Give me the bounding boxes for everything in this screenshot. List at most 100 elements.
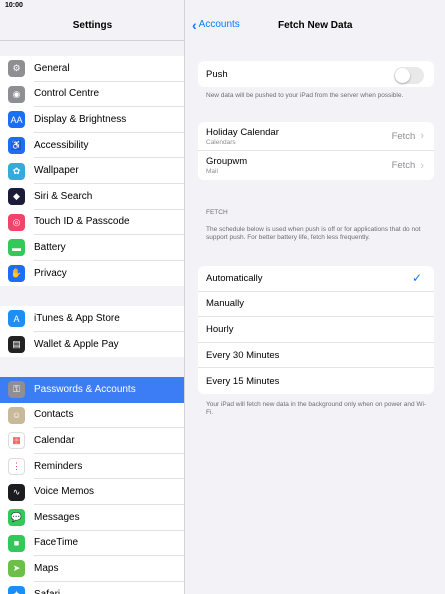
- chevron-right-icon: ›: [420, 130, 424, 142]
- sidebar-item-label: Passwords & Accounts: [34, 384, 136, 396]
- sidebar-item-label: iTunes & App Store: [34, 306, 184, 332]
- fetch-option-label: Automatically: [206, 272, 263, 284]
- page-title: Fetch New Data: [278, 20, 353, 31]
- sidebar-item-reminders[interactable]: ⋮ Reminders: [0, 454, 184, 480]
- sidebar-item-contacts[interactable]: ☺ Contacts: [0, 403, 184, 429]
- voice-memos-icon: ∿: [8, 483, 25, 501]
- sidebar-item-general[interactable]: ⚙ General: [0, 56, 184, 82]
- footer-note: Your iPad will fetch new data in the bac…: [206, 401, 427, 416]
- account-row-holiday-calendar[interactable]: Holiday Calendar Calendars Fetch ›: [198, 122, 434, 151]
- account-name: Holiday Calendar: [206, 126, 279, 138]
- sidebar-item-safari[interactable]: ✦ Safari: [0, 582, 184, 594]
- fetch-option-label: Hourly: [206, 323, 234, 335]
- settings-group-accounts: ⚿ Passwords & Accounts ☺ Contacts ▦ Calendar ⋮…: [0, 377, 184, 594]
- toggle-knob: [395, 68, 410, 83]
- sidebar-item-label: FaceTime: [34, 531, 184, 557]
- divider: [0, 40, 184, 41]
- sidebar-item-label: Calendar: [34, 428, 184, 454]
- push-row: Push: [198, 61, 434, 87]
- status-time: 10:00: [5, 2, 23, 9]
- fetch-option-every-15-minutes[interactable]: Every 15 Minutes: [198, 368, 434, 394]
- sidebar-item-label: Privacy: [34, 268, 67, 280]
- back-label: Accounts: [198, 19, 240, 30]
- calendar-icon: ▦: [8, 432, 25, 450]
- sidebar-item-label: Safari: [34, 582, 184, 594]
- sidebar-item-siri-and-search[interactable]: ◆ Siri & Search: [0, 184, 184, 210]
- push-toggle[interactable]: [394, 67, 424, 84]
- hand-icon: ✋: [8, 265, 25, 283]
- sidebar-item-facetime[interactable]: ■ FaceTime: [0, 531, 184, 557]
- sidebar-item-label: Messages: [34, 505, 184, 531]
- fetch-option-every-30-minutes[interactable]: Every 30 Minutes: [198, 343, 434, 369]
- reminders-icon: ⋮: [8, 458, 25, 476]
- maps-icon: ➤: [8, 560, 25, 578]
- wallet-icon: ▤: [8, 335, 25, 353]
- app-store-icon: A: [8, 310, 25, 328]
- accessibility-icon: ♿: [8, 137, 25, 155]
- sidebar-item-label: Wallet & Apple Pay: [34, 338, 119, 350]
- fetch-option-hourly[interactable]: Hourly: [198, 317, 434, 343]
- sidebar-item-touch-id-and-passcode[interactable]: ◎ Touch ID & Passcode: [0, 210, 184, 236]
- sidebar-item-label: Control Centre: [34, 82, 184, 108]
- sidebar-item-wallpaper[interactable]: ✿ Wallpaper: [0, 158, 184, 184]
- account-type: Calendars: [206, 138, 236, 146]
- push-card: Push: [198, 61, 434, 87]
- sidebar-item-control-centre[interactable]: ◉ Control Centre: [0, 82, 184, 108]
- sidebar-item-voice-memos[interactable]: ∿ Voice Memos: [0, 479, 184, 505]
- sidebar-item-passwords-and-accounts[interactable]: ⚿ Passwords & Accounts: [0, 377, 184, 403]
- push-note: New data will be pushed to your iPad fro…: [206, 92, 404, 99]
- account-row-groupwm[interactable]: Groupwm Mail Fetch ›: [198, 151, 434, 180]
- sidebar-item-label: Wallpaper: [34, 158, 184, 184]
- sidebar-item-calendar[interactable]: ▦ Calendar: [0, 428, 184, 454]
- sidebar-item-label: Maps: [34, 556, 184, 582]
- sidebar-item-maps[interactable]: ➤ Maps: [0, 556, 184, 582]
- checkmark-icon: ✓: [411, 271, 422, 286]
- key-icon: ⚿: [8, 381, 25, 399]
- sidebar-item-display-and-brightness[interactable]: AA Display & Brightness: [0, 107, 184, 133]
- sidebar-item-battery[interactable]: ▬ Battery: [0, 235, 184, 261]
- flower-icon: ✿: [8, 162, 25, 180]
- sidebar-item-label: Contacts: [34, 403, 184, 429]
- sidebar-item-privacy[interactable]: ✋ Privacy: [0, 261, 184, 287]
- settings-sidebar: Settings ⚙ General ◉ Control Centre AA Displa…: [0, 0, 185, 594]
- settings-group-general: ⚙ General ◉ Control Centre AA Display & Brigh…: [0, 56, 184, 287]
- fetch-option-automatically[interactable]: Automatically ✓: [198, 266, 434, 292]
- fingerprint-icon: ◎: [8, 213, 25, 231]
- safari-icon: ✦: [8, 586, 25, 594]
- chevron-right-icon: ›: [420, 159, 424, 172]
- sidebar-item-label: Siri & Search: [34, 184, 184, 210]
- account-fetch-value-wrap: Fetch ›: [392, 130, 424, 142]
- fetch-option-label: Every 30 Minutes: [206, 349, 280, 361]
- toggles-icon: ◉: [8, 85, 25, 103]
- sidebar-item-label: Reminders: [34, 454, 184, 480]
- sidebar-item-label: Touch ID & Passcode: [34, 210, 184, 236]
- accounts-card: Holiday Calendar Calendars Fetch › Groupwm Ma…: [198, 122, 434, 180]
- fetch-new-data-pane: ‹ Accounts Fetch New Data Push New data …: [186, 0, 445, 594]
- sidebar-item-label: Voice Memos: [34, 479, 184, 505]
- sidebar-item-itunes-and-app-store[interactable]: AiTunes & App Store: [0, 306, 184, 332]
- sidebar-item-label: Accessibility: [34, 133, 184, 159]
- gear-icon: ⚙: [8, 60, 25, 78]
- fetch-section-header: FETCH: [206, 209, 228, 216]
- account-fetch-value-wrap: Fetch ›: [392, 160, 424, 172]
- siri-icon: ◆: [8, 188, 25, 206]
- fetch-option-label: Manually: [206, 298, 245, 310]
- sidebar-item-accessibility[interactable]: ♿ Accessibility: [0, 133, 184, 159]
- account-fetch-value: Fetch: [391, 160, 416, 171]
- account-type: Mail: [206, 168, 218, 175]
- sidebar-item-messages[interactable]: 💬 Messages: [0, 505, 184, 531]
- fetch-option-label: Every 15 Minutes: [206, 375, 280, 387]
- settings-group-store: AiTunes & App Store ▤ Wallet & Apple Pay: [0, 306, 184, 358]
- fetch-options-card: Automatically ✓ Manually Hourly Every 30 Min…: [198, 266, 434, 394]
- sidebar-item-wallet-and-apple-pay[interactable]: ▤ Wallet & Apple Pay: [0, 332, 184, 358]
- facetime-icon: ■: [8, 534, 25, 552]
- back-button[interactable]: ‹ Accounts: [192, 16, 240, 33]
- chevron-left-icon: ‹: [192, 16, 197, 33]
- sidebar-item-label: General: [34, 56, 184, 82]
- fetch-option-manually[interactable]: Manually: [198, 292, 434, 318]
- sidebar-item-label: Battery: [34, 235, 184, 261]
- sidebar-item-label: Display & Brightness: [34, 107, 184, 133]
- text-size-icon: AA: [8, 111, 25, 129]
- push-label: Push: [206, 68, 228, 80]
- contacts-icon: ☺: [8, 406, 25, 424]
